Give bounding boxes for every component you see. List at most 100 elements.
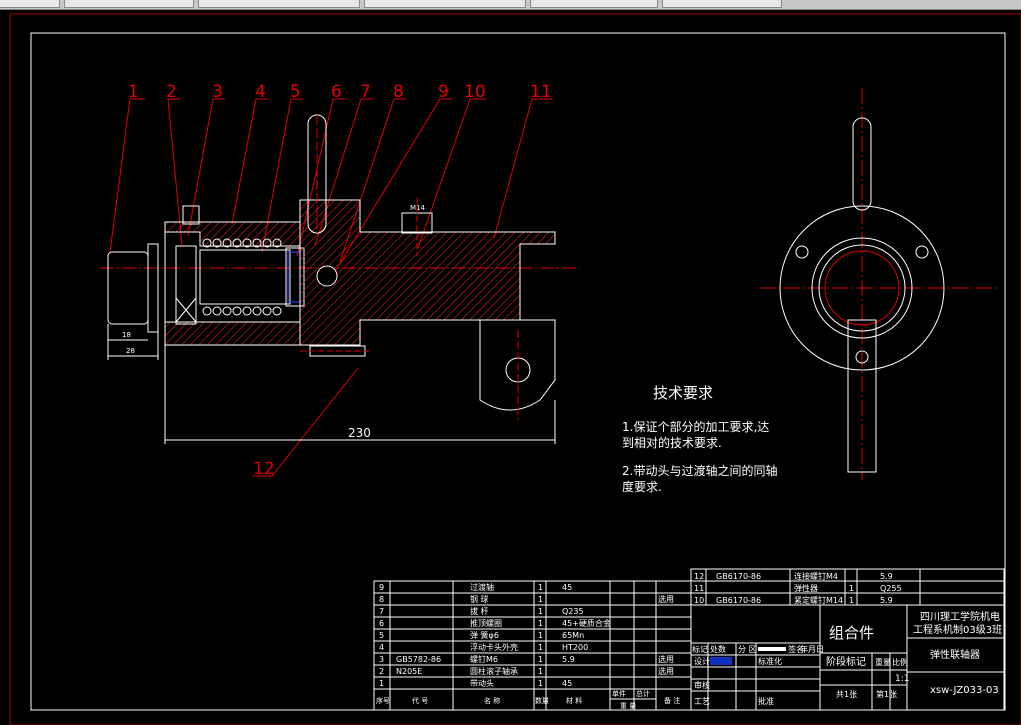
tech-line-2b: 度要求. [622, 479, 662, 494]
tb-scale-label: 比例 [892, 657, 908, 667]
bom-row-9-name: 过渡轴 [470, 582, 494, 592]
bom-header-weight: 重 量 [620, 702, 636, 710]
bom-u-11-name: 弹性器 [794, 583, 818, 593]
tab-4[interactable] [530, 0, 658, 8]
bom-row-9-mat: 45 [562, 583, 572, 592]
dim-230: 230 [348, 426, 371, 440]
bolt-label: M14 [410, 204, 425, 212]
tb-rev-zone: 分 区 [738, 645, 757, 654]
bom-row-6-qty: 1 [538, 619, 543, 628]
drawing-frame [30, 32, 1006, 711]
bom-row-9-qty: 1 [538, 583, 543, 592]
bom-row-6-no: 6 [379, 619, 384, 628]
tech-line-1a: 1.保证个部分的加工要求,达 [622, 419, 769, 434]
bom-row-5-name: 弹 簧φ6 [470, 630, 499, 640]
bom-row-7-no: 7 [379, 607, 384, 616]
bom-row-7-name: 拔 杆 [470, 606, 489, 616]
tech-title: 技术要求 [653, 384, 713, 402]
tb-signature-bar [758, 647, 786, 651]
tb-rev-date: 年月日 [800, 644, 824, 654]
bom-header-unit_wt: 单件 [612, 689, 626, 698]
bom-row-5-mat: 65Mn [562, 631, 584, 640]
bom-u-12-no: 12 [694, 572, 704, 581]
bom-row-3-qty: 1 [538, 655, 543, 664]
bom-u-12-name: 连接螺钉M4 [794, 571, 838, 581]
balloon-6: 6 [331, 82, 342, 102]
bom-row-5-no: 5 [379, 631, 384, 640]
tb-check: 审核 [694, 680, 710, 690]
tb-part-name: 弹性联轴器 [930, 648, 980, 661]
tech-line-1b: 到相对的技术要求. [622, 435, 722, 450]
tb-scale: 1:1 [895, 674, 909, 684]
tab-0[interactable] [0, 0, 60, 8]
bom-row-8-name: 钢 球 [470, 594, 489, 604]
bom-row-1-name: 带动头 [470, 678, 494, 688]
bom-row-2-code: N205E [396, 667, 422, 676]
tb-school: 四川理工学院机电 [920, 610, 1000, 623]
bom-header-code: 代 号 [412, 696, 428, 705]
dim-28: 28 [126, 347, 135, 355]
bom-header-mat: 材 料 [566, 696, 582, 705]
bom-row-2-no: 2 [379, 667, 384, 676]
bom-row-4-name: 浮动卡头外壳 [470, 642, 518, 652]
bom-row-8-qty: 1 [538, 595, 543, 604]
bom-u-11-mat: Q255 [880, 584, 902, 593]
tb-process: 工艺 [694, 697, 710, 706]
tech-line-2a: 2.带动头与过渡轴之间的同轴 [622, 463, 777, 478]
bom-upper-table: 12 GB6170-86 连接螺钉M4 5.9 11 弹性器 1 Q255 10… [690, 568, 1005, 606]
bom-u-11-qty: 1 [849, 584, 854, 593]
tb-rev-mark: 标记 [692, 644, 708, 654]
bom-row-2-note: 选用 [658, 666, 674, 676]
tb-weight-label: 重量 [875, 657, 891, 667]
bom-row-7-qty: 1 [538, 607, 543, 616]
tb-stage: 阶段标记 [826, 655, 866, 668]
bom-row-9-no: 9 [379, 583, 384, 592]
bom-row-7-mat: Q235 [562, 607, 584, 616]
bom-u-10-name: 紧定螺钉M14 [794, 595, 843, 605]
bom-row-8-no: 8 [379, 595, 384, 604]
balloon-12: 12 [253, 459, 275, 479]
tb-sheets-total: 共1张 [836, 690, 857, 699]
tb-standard: 标准化 [758, 656, 782, 666]
tb-design: 设计 [694, 656, 710, 666]
balloon-1: 1 [128, 82, 139, 102]
tb-class: 工程系机制03级3班 [913, 623, 1002, 636]
balloon-3: 3 [212, 82, 223, 102]
tab-3[interactable] [364, 0, 526, 8]
bom-row-4-qty: 1 [538, 643, 543, 652]
balloon-8: 8 [393, 82, 404, 102]
balloon-2: 2 [166, 82, 177, 102]
bom-header-note: 备 注 [664, 696, 680, 705]
front-view: M14 230 28 18 [100, 114, 580, 444]
tab-5[interactable] [662, 0, 782, 8]
bom-header-no: 序号 [376, 696, 390, 705]
cad-drawing-canvas[interactable]: 1 2 3 4 5 6 7 8 9 10 11 12 230 28 18 技术要… [0, 10, 1021, 725]
bom-header-name: 名 称 [484, 696, 500, 705]
bom-row-2-name: 圆柱滚子轴承 [470, 666, 518, 676]
bom-row-4-no: 4 [379, 643, 384, 652]
window-tab-bar [0, 0, 1021, 10]
bom-row-3-name: 螺钉M6 [470, 654, 498, 664]
balloon-11: 11 [530, 82, 552, 102]
bom-row-3-mat: 5.9 [562, 655, 575, 664]
bom-row-8-note: 选用 [658, 594, 674, 604]
bom-u-10-qty: 1 [849, 596, 854, 605]
bom-row-3-no: 3 [379, 655, 384, 664]
bom-u-10-mat: 5.9 [880, 596, 893, 605]
bom-lower-table: 9 过渡轴 1 45 8 钢 球 1 选用 7 拔 杆 1 Q235 6 推顶螺圈 1 45+硬质合金 5 弹 簧… [373, 580, 692, 711]
bom-row-6-mat: 45+硬质合金 [562, 618, 611, 628]
bom-row-1-qty: 1 [538, 679, 543, 688]
tb-designer-mark [710, 657, 732, 665]
balloon-9: 9 [438, 82, 449, 102]
tb-sheet-no: 第1张 [876, 689, 897, 699]
balloon-10: 10 [464, 82, 486, 102]
bom-row-5-qty: 1 [538, 631, 543, 640]
tech-requirements: 技术要求 1.保证个部分的加工要求,达 到相对的技术要求. 2.带动头与过渡轴之… [622, 384, 777, 494]
tab-2[interactable] [198, 0, 360, 8]
balloon-4: 4 [255, 82, 266, 102]
bom-row-2-qty: 1 [538, 667, 543, 676]
bom-row-6-name: 推顶螺圈 [470, 618, 502, 628]
tab-1[interactable] [64, 0, 194, 8]
balloon-5: 5 [290, 82, 301, 102]
bom-u-12-mat: 5.9 [880, 572, 893, 581]
